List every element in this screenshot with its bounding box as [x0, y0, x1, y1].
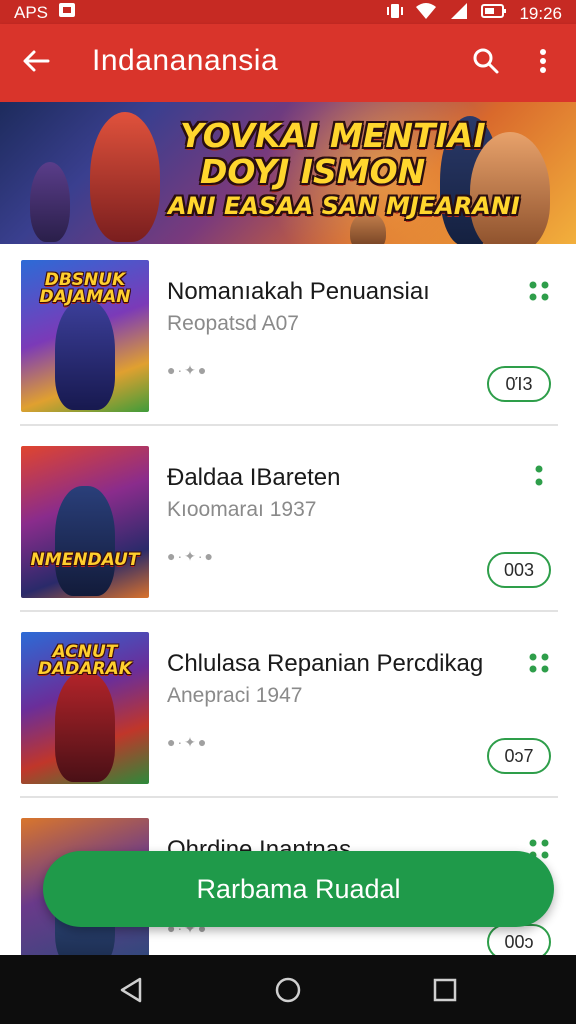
grid-dots-icon: [529, 653, 549, 673]
nav-home-icon: [275, 977, 301, 1003]
search-button[interactable]: [468, 43, 504, 79]
grid-dots-icon: [529, 281, 549, 301]
nav-recents-button[interactable]: [430, 975, 460, 1005]
item-thumbnail: ACNUT DADARAK: [21, 632, 149, 784]
battery-icon: [481, 3, 507, 24]
banner-tagline: ANI EASAA SAN MJEARANI: [168, 192, 520, 220]
item-subtitle: Anepraci 1947: [167, 684, 303, 707]
list-item[interactable]: NMENDAUT Đaldaa IBareten Kıoomaraı 1937 …: [0, 430, 576, 612]
divider: [20, 610, 558, 612]
item-meta: ●·✦●: [167, 362, 209, 378]
divider: [20, 796, 558, 798]
banner-headline: DOYJ ISMON: [200, 152, 426, 191]
notification-icon: [58, 2, 76, 23]
nav-recents-icon: [433, 978, 457, 1002]
page-title: Indananansia: [92, 44, 279, 77]
status-app-label: APS: [14, 2, 49, 22]
item-subtitle: Reopatsd A07: [167, 312, 299, 335]
item-title: Đaldaa IBareten: [167, 464, 341, 491]
more-vert-icon: [535, 465, 543, 486]
thumbnail-logo: NMENDAUT: [30, 550, 140, 570]
list-item[interactable]: ACNUT DADARAK Chlulasa Repanian Percdika…: [0, 616, 576, 798]
item-menu-button[interactable]: [522, 650, 556, 676]
vibrate-icon: [387, 2, 404, 25]
nav-back-button[interactable]: [116, 975, 146, 1005]
item-title: Nomanıakah Penuansiaı: [167, 278, 430, 305]
app-bar: Indananansia: [0, 24, 576, 102]
primary-action-button[interactable]: Rarbama Ruadal: [43, 851, 554, 927]
wifi-icon: [415, 2, 437, 25]
banner-character: [90, 112, 160, 242]
signal-icon: [449, 2, 469, 25]
search-icon: [473, 48, 499, 74]
overflow-menu-button[interactable]: [526, 43, 560, 79]
item-title: Chlulasa Repanian Percdikag: [167, 650, 484, 677]
item-badge-button[interactable]: 0Ί3: [487, 366, 551, 402]
item-thumbnail: DBSNUK DAJAMAN: [21, 260, 149, 412]
nav-home-button[interactable]: [273, 975, 303, 1005]
item-thumbnail: NMENDAUT: [21, 446, 149, 598]
banner-character: [30, 162, 70, 242]
back-arrow-icon: [23, 50, 50, 72]
list-item[interactable]: DBSNUK DAJAMAN Nomanıakah Penuansiaı Reo…: [0, 244, 576, 426]
divider: [20, 424, 558, 426]
back-button[interactable]: [18, 43, 54, 79]
nav-back-icon: [120, 977, 142, 1003]
item-subtitle: Kıoomaraı 1937: [167, 498, 317, 521]
thumbnail-logo: ACNUT DADARAK: [38, 642, 132, 679]
thumbnail-logo: DBSNUK DAJAMAN: [39, 270, 131, 307]
item-meta: ●·✦●: [167, 734, 209, 750]
item-badge-button[interactable]: 003: [487, 552, 551, 588]
item-meta: ●·✦·●: [167, 548, 215, 564]
promo-banner[interactable]: YOVKAI MENTIAI DOYJ ISMON ANI EASAA SAN …: [0, 102, 576, 244]
status-time: 19:26: [519, 3, 562, 23]
item-badge-button[interactable]: 0ɔ7: [487, 738, 551, 774]
item-menu-button[interactable]: [522, 278, 556, 304]
banner-headline: YOVKAI MENTIAI: [180, 116, 486, 155]
system-navigation-bar: [0, 955, 576, 1024]
item-menu-button[interactable]: [522, 464, 556, 490]
more-vert-icon: [540, 49, 546, 73]
status-bar: APS 19:26: [0, 0, 576, 24]
